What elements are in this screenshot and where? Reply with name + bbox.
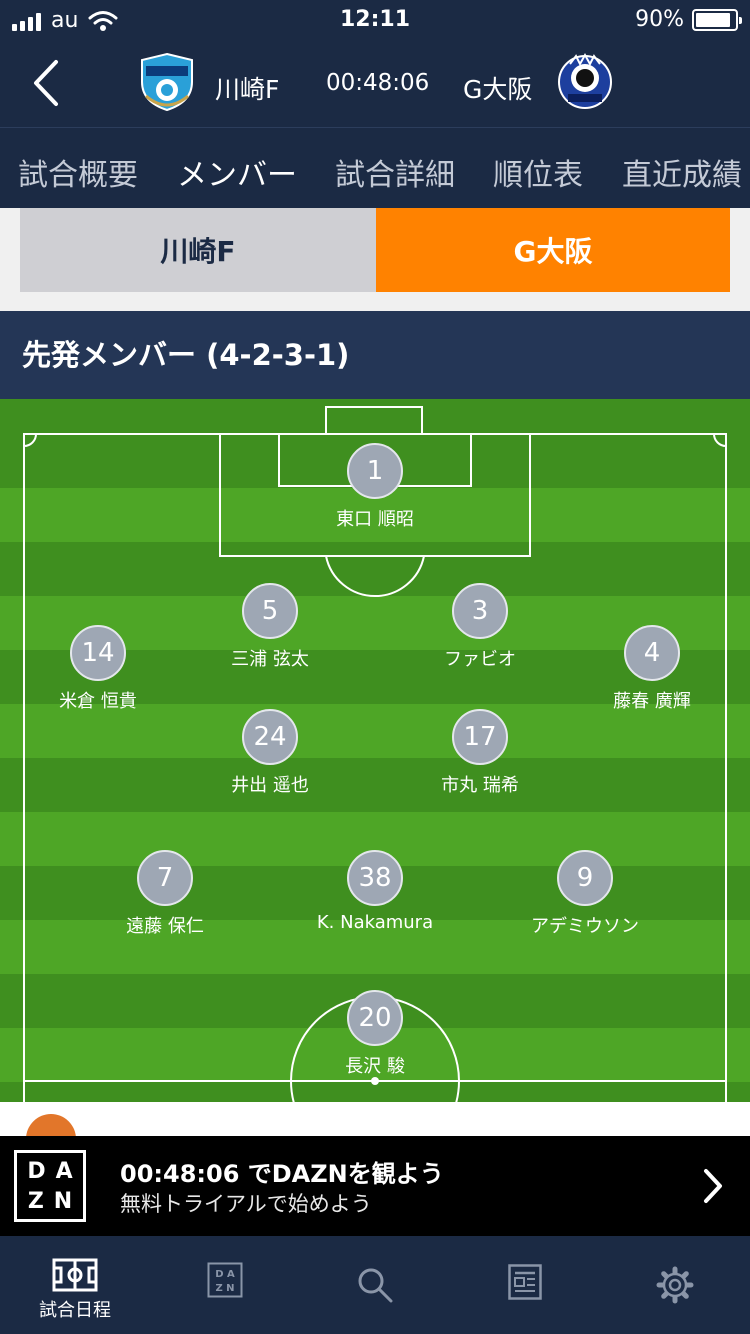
tab-members[interactable]: メンバー xyxy=(177,150,297,194)
nav-news[interactable] xyxy=(450,1236,600,1334)
bottom-nav: 試合日程 D A Z N xyxy=(0,1236,750,1334)
player-number: 14 xyxy=(70,625,126,681)
away-team-crest xyxy=(558,52,612,109)
svg-text:D A: D A xyxy=(215,1269,235,1280)
dazn-banner[interactable]: DA ZN 00:48:06 でDAZNを観よう 無料トライアルで始めよう xyxy=(0,1136,750,1236)
back-button[interactable] xyxy=(28,58,68,108)
nav-dazn[interactable]: D A Z N xyxy=(150,1236,300,1334)
tab-overview[interactable]: 試合概要 xyxy=(18,150,138,194)
chevron-right-icon[interactable] xyxy=(702,1168,724,1204)
player-marker[interactable]: 4 藤春 廣輝 xyxy=(552,625,750,713)
player-number: 3 xyxy=(452,583,508,639)
status-right: 90% xyxy=(635,7,742,32)
tab-details[interactable]: 試合詳細 xyxy=(335,150,455,194)
substitutes-peek xyxy=(0,1102,750,1164)
player-number: 17 xyxy=(452,709,508,765)
player-name: 米倉 恒貴 xyxy=(59,691,137,712)
player-marker[interactable]: 7 遠藤 保仁 xyxy=(65,850,265,938)
player-number: 24 xyxy=(242,709,298,765)
player-marker[interactable]: 24 井出 遥也 xyxy=(170,709,370,797)
home-team-toggle[interactable]: 川崎F xyxy=(20,208,376,292)
player-number: 4 xyxy=(624,625,680,681)
player-marker[interactable]: 38 K. Nakamura xyxy=(275,850,475,933)
dazn-logo-top: DA xyxy=(27,1159,83,1184)
tab-recent-form[interactable]: 直近成績 xyxy=(622,150,742,194)
home-team-crest xyxy=(141,52,193,112)
home-team-name: 川崎F xyxy=(215,75,280,104)
nav-search[interactable] xyxy=(300,1236,450,1334)
match-clock: 00:48:06 xyxy=(326,70,430,96)
player-number: 7 xyxy=(137,850,193,906)
player-number: 9 xyxy=(557,850,613,906)
news-icon xyxy=(508,1264,542,1300)
player-marker[interactable]: 5 三浦 弦太 xyxy=(170,583,370,671)
gear-icon xyxy=(656,1266,694,1304)
battery-fill xyxy=(696,12,731,27)
pitch-icon xyxy=(52,1258,98,1292)
player-name: アデミウソン xyxy=(531,916,639,937)
nav-schedule[interactable]: 試合日程 xyxy=(0,1236,150,1334)
player-name: 井出 遥也 xyxy=(231,775,309,796)
lineup-title: 先発メンバー (4-2-3-1) xyxy=(0,311,750,399)
away-team-toggle[interactable]: G大阪 xyxy=(376,208,730,292)
player-name: 三浦 弦太 xyxy=(231,649,309,670)
player-number: 1 xyxy=(347,443,403,499)
player-marker[interactable]: 9 アデミウソン xyxy=(485,850,685,938)
player-name: 遠藤 保仁 xyxy=(126,916,204,937)
search-icon xyxy=(358,1268,393,1303)
dazn-logo-bottom: ZN xyxy=(27,1189,83,1214)
tab-standings[interactable]: 順位表 xyxy=(493,150,583,194)
player-marker[interactable]: 14 米倉 恒貴 xyxy=(0,625,198,713)
dazn-icon: D A Z N xyxy=(207,1262,243,1298)
player-marker[interactable]: 1 東口 順昭 xyxy=(275,443,475,531)
battery-icon xyxy=(692,8,742,31)
player-name: 東口 順昭 xyxy=(336,509,414,530)
player-name: K. Nakamura xyxy=(316,912,434,933)
player-marker[interactable]: 17 市丸 瑞希 xyxy=(380,709,580,797)
player-name: ファビオ xyxy=(444,649,516,670)
pitch: 1 東口 順昭 5 三浦 弦太 3 ファビオ 14 米倉 恒貴 4 藤春 廣輝 … xyxy=(0,399,750,1102)
player-name: 藤春 廣輝 xyxy=(613,691,691,712)
player-number: 38 xyxy=(347,850,403,906)
dazn-logo: DA ZN xyxy=(14,1150,86,1222)
tab-bar: 試合概要 メンバー 試合詳細 順位表 直近成績 xyxy=(0,127,750,208)
nav-schedule-label: 試合日程 xyxy=(39,1300,111,1321)
dazn-title: 00:48:06 でDAZNを観よう xyxy=(120,1160,444,1188)
player-marker[interactable]: 20 長沢 駿 xyxy=(275,990,475,1078)
team-toggle: 川崎F G大阪 xyxy=(0,208,750,311)
player-marker[interactable]: 3 ファビオ xyxy=(380,583,580,671)
status-bar: au 12:11 90% xyxy=(0,0,750,40)
player-name: 市丸 瑞希 xyxy=(441,775,519,796)
battery-percent: 90% xyxy=(635,7,684,32)
player-number: 20 xyxy=(347,990,403,1046)
player-name: 長沢 駿 xyxy=(345,1056,405,1077)
nav-settings[interactable] xyxy=(600,1236,750,1334)
svg-text:Z N: Z N xyxy=(215,1283,234,1294)
dazn-subtitle: 無料トライアルで始めよう xyxy=(120,1192,372,1216)
match-header: 川崎F 00:48:06 G大阪 xyxy=(0,40,750,127)
player-number: 5 xyxy=(242,583,298,639)
app-screen: au 12:11 90% 川崎F 00:48:06 G大阪 試合概要 メンバー … xyxy=(0,0,750,1334)
away-team-name: G大阪 xyxy=(463,75,533,104)
